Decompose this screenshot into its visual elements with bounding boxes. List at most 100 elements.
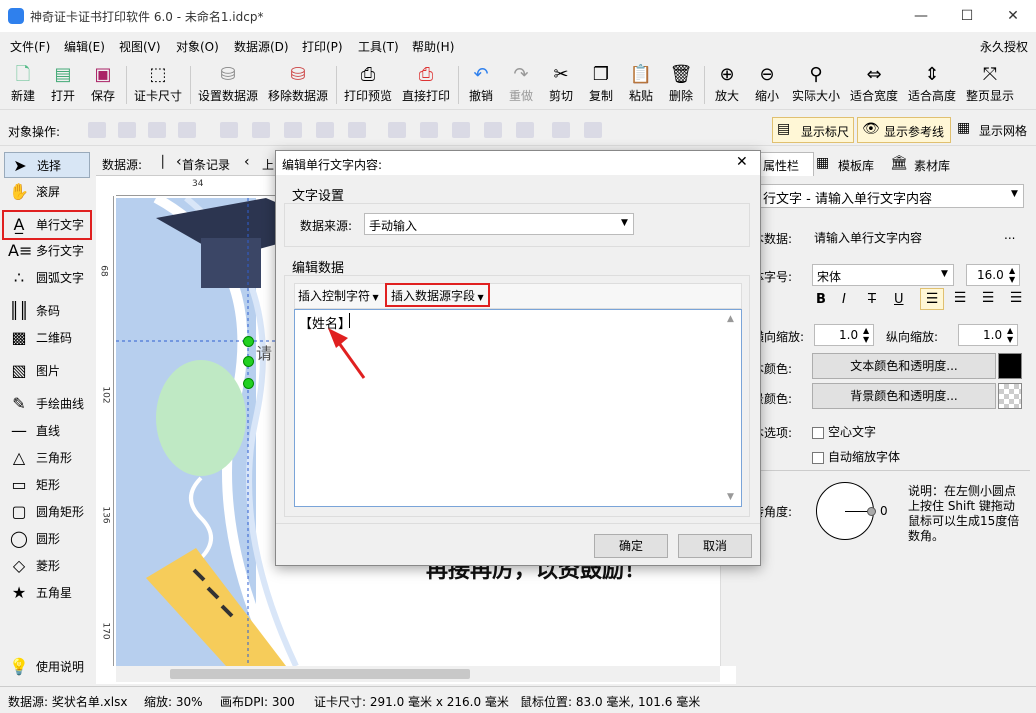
justify-button[interactable]: ☰ [1004,288,1028,310]
tool-triangle[interactable]: △ 三角形 [4,445,90,471]
tool-pan[interactable]: ✋ 滚屏 [4,179,90,205]
distribute-v-icon[interactable] [348,122,366,138]
stepper-arrows-icon[interactable]: ▲ ▼ [1007,326,1013,344]
minimize-button[interactable]: — [898,0,944,32]
font-select[interactable]: 宋体 ▼ [812,264,954,286]
undo-button[interactable]: ↶ 撤销 [466,62,496,108]
close-button[interactable]: ✕ [990,0,1036,32]
data-value-field[interactable]: 请输入单行文字内容 ... [812,226,1020,248]
tool-image[interactable]: ▧ 图片 [4,358,90,384]
selection-handle[interactable] [243,336,254,347]
insert-datasource-field-button[interactable]: 插入数据源字段 ▼ [385,283,490,307]
ok-button[interactable]: 确定 [594,534,668,558]
align-top-icon[interactable] [388,122,406,138]
source-select[interactable]: 手动输入 ▼ [364,213,634,235]
align-right-icon[interactable] [284,122,302,138]
bold-button[interactable]: B [816,292,826,307]
auto-scale-checkbox[interactable]: 自动缩放字体 [812,448,900,465]
layer-bottom-icon[interactable] [178,122,196,138]
selection-handle[interactable] [243,356,254,367]
open-button[interactable]: ▤ 打开 [48,62,78,108]
scroll-thumb[interactable] [170,669,470,679]
tool-single-line-text[interactable]: A̲ 单行文字 [2,210,92,240]
tool-qrcode[interactable]: ▩ 二维码 [4,325,90,351]
tab-properties[interactable]: 属性栏 [758,152,814,176]
menu-datasource[interactable]: 数据源(D) [234,38,289,55]
insert-control-char-button[interactable]: 插入控制字符 ▼ [298,287,379,307]
vscale-stepper[interactable]: 1.0 ▲ ▼ [958,324,1018,346]
menu-object[interactable]: 对象(O) [176,38,219,55]
menu-tools[interactable]: 工具(T) [358,38,399,55]
fit-width-button[interactable]: ⇔ 适合宽度 [848,62,900,108]
license-link[interactable]: 永久授权 [980,38,1028,55]
menu-view[interactable]: 视图(V) [119,38,161,55]
set-datasource-button[interactable]: ⛁ 设置数据源 [196,62,260,108]
scroll-down-icon[interactable]: ▼ [727,492,734,502]
menu-help[interactable]: 帮助(H) [412,38,454,55]
show-guides-toggle[interactable]: 👁 显示参考线 [857,117,951,143]
redo-button[interactable]: ↷ 重做 [506,62,536,108]
align-middle-icon[interactable] [420,122,438,138]
stepper-arrows-icon[interactable]: ▲ ▼ [1009,266,1015,284]
ungroup-icon[interactable] [584,122,602,138]
rotation-dial[interactable] [816,482,876,540]
menu-print[interactable]: 打印(P) [302,38,343,55]
actual-size-button[interactable]: ⚲ 实际大小 [790,62,842,108]
underline-button[interactable]: U [894,292,904,307]
layer-up-icon[interactable] [88,122,106,138]
tool-circle[interactable]: ◯ 圆形 [4,526,90,552]
tool-multi-line-text[interactable]: A≡ 多行文字 [4,238,90,264]
direct-print-button[interactable]: ⎙ 直接打印 [400,62,452,108]
first-record-icon[interactable]: ⎸‹ [162,154,182,170]
menu-file[interactable]: 文件(F) [10,38,50,55]
align-left-icon[interactable] [220,122,238,138]
new-button[interactable]: 🗋 新建 [8,62,38,108]
fit-height-button[interactable]: ⇕ 适合高度 [906,62,958,108]
show-grid-toggle[interactable]: ▦ 显示网格 [955,117,1033,143]
bg-color-swatch[interactable] [998,383,1022,409]
bg-color-button[interactable]: 背景颜色和透明度... [812,383,996,409]
tool-rectangle[interactable]: ▭ 矩形 [4,472,90,498]
tool-line[interactable]: — 直线 [4,418,90,444]
text-color-button[interactable]: 文本颜色和透明度... [812,353,996,379]
zoom-out-button[interactable]: ⊖ 缩小 [752,62,782,108]
same-width-icon[interactable] [484,122,502,138]
horizontal-scrollbar[interactable] [116,666,720,682]
font-size-stepper[interactable]: 16.0 ▲ ▼ [966,264,1020,286]
tab-templates[interactable]: ▦ 模板库 [816,152,888,176]
tool-diamond[interactable]: ◇ 菱形 [4,553,90,579]
tool-arc-text[interactable]: ∴ 圆弧文字 [4,265,90,291]
align-center-icon[interactable] [252,122,270,138]
group-icon[interactable] [552,122,570,138]
align-right-button[interactable]: ☰ [976,288,1000,310]
maximize-button[interactable]: ☐ [944,0,990,32]
layer-down-icon[interactable] [118,122,136,138]
paste-button[interactable]: 📋 粘贴 [626,62,656,108]
prev-record-icon[interactable]: ‹ [244,154,250,170]
delete-button[interactable]: 🗑 删除 [666,62,696,108]
show-ruler-toggle[interactable]: ▤ 显示标尺 [772,117,854,143]
tool-freehand[interactable]: ✎ 手绘曲线 [4,391,90,417]
tool-select[interactable]: ➤ 选择 [4,152,90,178]
align-center-button[interactable]: ☰ [948,288,972,310]
dial-handle[interactable] [867,507,876,516]
card-size-button[interactable]: ⬚ 证卡尺寸 [132,62,184,108]
strikethrough-button[interactable]: T [868,292,876,307]
layer-top-icon[interactable] [148,122,166,138]
selection-handle[interactable] [243,378,254,389]
help-guide-button[interactable]: 💡 使用说明 [4,654,90,680]
cut-button[interactable]: ✂ 剪切 [546,62,576,108]
cancel-button[interactable]: 取消 [678,534,752,558]
first-record-button[interactable]: 首条记录 [182,156,230,173]
stepper-arrows-icon[interactable]: ▲ ▼ [863,326,869,344]
remove-datasource-button[interactable]: ⛁ 移除数据源 [266,62,330,108]
data-edit-button[interactable]: ... [1004,228,1015,242]
menu-edit[interactable]: 编辑(E) [64,38,105,55]
print-preview-button[interactable]: ⎙ 打印预览 [342,62,394,108]
copy-button[interactable]: ❐ 复制 [586,62,616,108]
scroll-up-icon[interactable]: ▲ [727,314,734,324]
tool-rounded-rect[interactable]: ▢ 圆角矩形 [4,499,90,525]
text-color-swatch[interactable] [998,353,1022,379]
tool-barcode[interactable]: ║║ 条码 [4,298,90,324]
hscale-stepper[interactable]: 1.0 ▲ ▼ [814,324,874,346]
